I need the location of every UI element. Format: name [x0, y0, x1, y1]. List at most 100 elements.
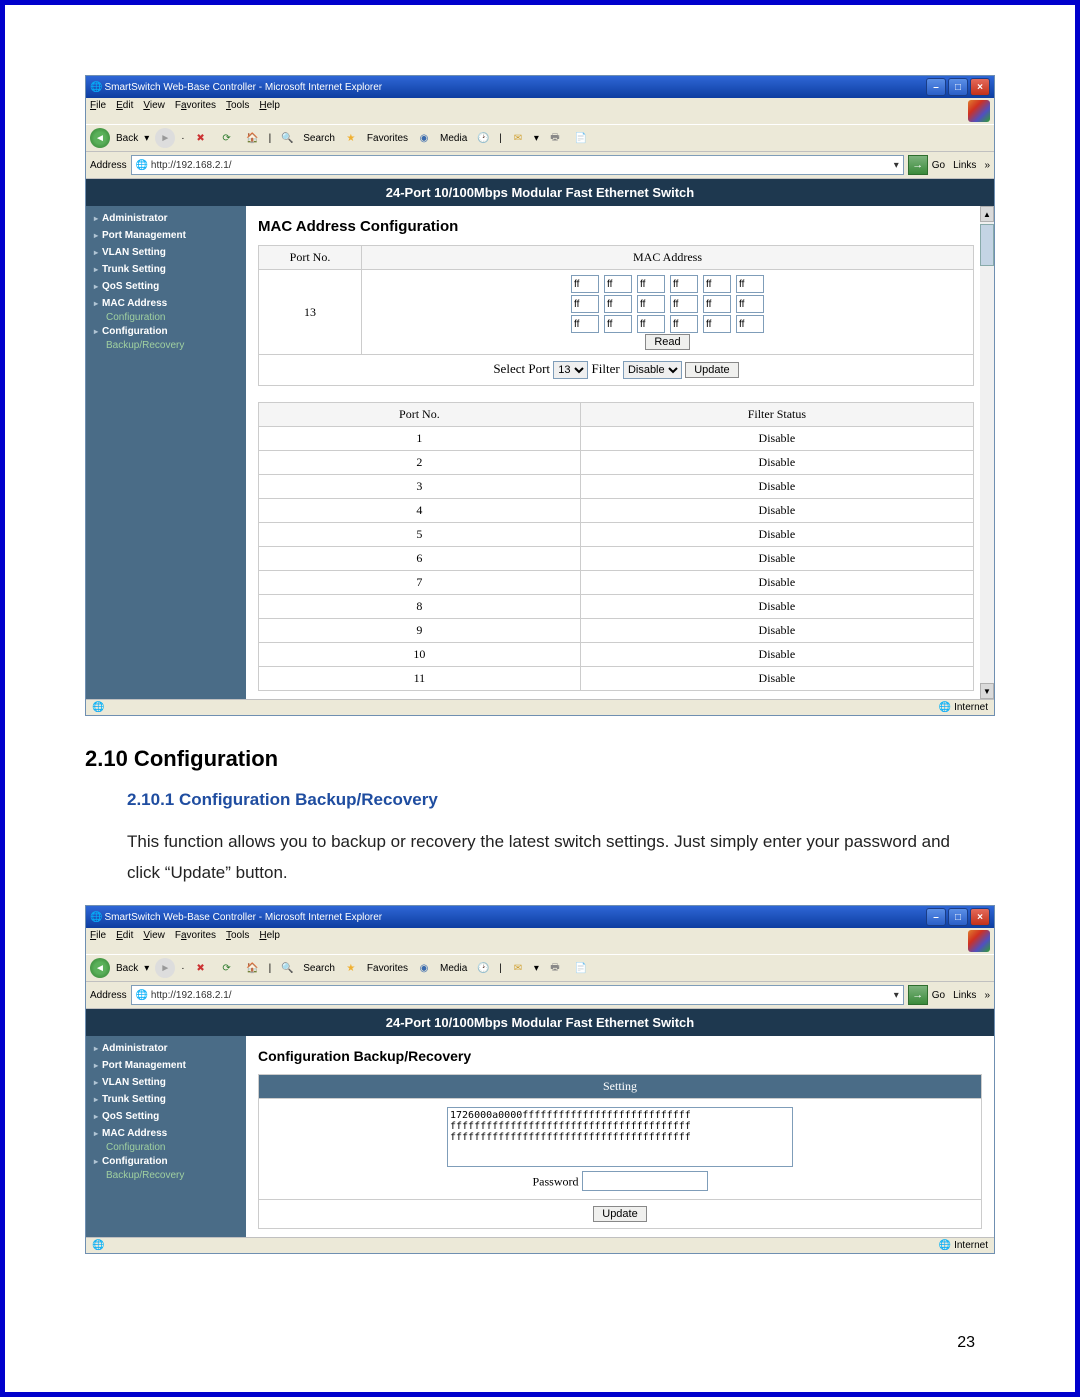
filter-dropdown[interactable]: Disable — [623, 361, 682, 379]
sidebar-item-vlan-setting[interactable]: VLAN Setting — [86, 1074, 246, 1091]
links-expand-icon[interactable]: » — [984, 160, 990, 171]
mac-input-0-4[interactable] — [703, 275, 731, 293]
mac-input-0-5[interactable] — [736, 275, 764, 293]
maximize-button[interactable]: □ — [948, 78, 968, 96]
stop-button[interactable]: ✖ — [191, 958, 211, 978]
sidebar-item-trunk-setting[interactable]: Trunk Setting — [86, 261, 246, 278]
sidebar-sub-backup-recovery[interactable]: Backup/Recovery — [86, 1170, 246, 1181]
mac-input-0-3[interactable] — [670, 275, 698, 293]
minimize-button[interactable]: – — [926, 908, 946, 926]
mac-input-1-3[interactable] — [670, 295, 698, 313]
home-button[interactable]: 🏠 — [243, 128, 263, 148]
menu-file[interactable]: File — [90, 930, 106, 952]
menu-help[interactable]: Help — [259, 930, 280, 952]
mac-input-0-0[interactable] — [571, 275, 599, 293]
edit-icon[interactable]: 📄 — [571, 128, 591, 148]
stop-button[interactable]: ✖ — [191, 128, 211, 148]
sidebar-item-qos-setting[interactable]: QoS Setting — [86, 278, 246, 295]
media-icon[interactable]: ◉ — [414, 128, 434, 148]
links-expand-icon[interactable]: » — [984, 990, 990, 1001]
config-textarea[interactable] — [447, 1107, 793, 1167]
forward-button[interactable]: ► — [155, 958, 175, 978]
sidebar-item-port-management[interactable]: Port Management — [86, 227, 246, 244]
print-icon[interactable]: 🖶 — [545, 128, 565, 148]
search-label[interactable]: Search — [303, 963, 335, 974]
favorites-icon[interactable]: ★ — [341, 958, 361, 978]
menu-view[interactable]: View — [143, 930, 165, 952]
menu-edit[interactable]: Edit — [116, 100, 133, 122]
go-button[interactable]: → — [908, 985, 928, 1005]
sidebar-sub-backup-recovery[interactable]: Backup/Recovery — [86, 340, 246, 351]
edit-icon[interactable]: 📄 — [571, 958, 591, 978]
close-button[interactable]: × — [970, 908, 990, 926]
sidebar-item-qos-setting[interactable]: QoS Setting — [86, 1108, 246, 1125]
sidebar-sub-mac-configuration[interactable]: Configuration — [86, 312, 246, 323]
menu-tools[interactable]: Tools — [226, 100, 249, 122]
scroll-up-icon[interactable]: ▲ — [980, 206, 994, 222]
mac-input-1-0[interactable] — [571, 295, 599, 313]
history-icon[interactable]: 🕑 — [473, 128, 493, 148]
address-input[interactable]: 🌐 http://192.168.2.1/ ▾ — [131, 985, 904, 1005]
mac-input-2-1[interactable] — [604, 315, 632, 333]
sidebar-item-configuration[interactable]: Configuration — [86, 1153, 246, 1170]
sidebar-item-trunk-setting[interactable]: Trunk Setting — [86, 1091, 246, 1108]
print-icon[interactable]: 🖶 — [545, 958, 565, 978]
sidebar-item-administrator[interactable]: Administrator — [86, 210, 246, 227]
mac-input-1-4[interactable] — [703, 295, 731, 313]
menu-view[interactable]: View — [143, 100, 165, 122]
mac-input-1-2[interactable] — [637, 295, 665, 313]
mac-input-1-5[interactable] — [736, 295, 764, 313]
menu-favorites[interactable]: Favorites — [175, 930, 216, 952]
scroll-thumb[interactable] — [980, 224, 994, 266]
go-button[interactable]: → — [908, 155, 928, 175]
mac-input-2-4[interactable] — [703, 315, 731, 333]
menu-edit[interactable]: Edit — [116, 930, 133, 952]
mac-input-2-5[interactable] — [736, 315, 764, 333]
sidebar-item-mac-address[interactable]: MAC Address — [86, 295, 246, 312]
search-label[interactable]: Search — [303, 133, 335, 144]
back-dropdown-icon[interactable]: ▾ — [144, 133, 149, 144]
back-button[interactable]: ◄ — [90, 128, 110, 148]
mac-input-1-1[interactable] — [604, 295, 632, 313]
update-button[interactable]: Update — [685, 362, 738, 378]
address-input[interactable]: 🌐 http://192.168.2.1/ ▾ — [131, 155, 904, 175]
search-icon[interactable]: 🔍 — [277, 958, 297, 978]
sidebar-item-mac-address[interactable]: MAC Address — [86, 1125, 246, 1142]
media-icon[interactable]: ◉ — [414, 958, 434, 978]
mac-input-0-2[interactable] — [637, 275, 665, 293]
sidebar-item-port-management[interactable]: Port Management — [86, 1057, 246, 1074]
vertical-scrollbar[interactable]: ▲ ▼ — [980, 206, 994, 699]
mac-input-2-0[interactable] — [571, 315, 599, 333]
sidebar-item-administrator[interactable]: Administrator — [86, 1040, 246, 1057]
forward-button[interactable]: ► — [155, 128, 175, 148]
address-dropdown-icon[interactable]: ▾ — [894, 160, 899, 171]
refresh-button[interactable]: ⟳ — [217, 958, 237, 978]
read-button[interactable]: Read — [645, 334, 689, 350]
mail-icon[interactable]: ✉ — [508, 958, 528, 978]
search-icon[interactable]: 🔍 — [277, 128, 297, 148]
mac-input-0-1[interactable] — [604, 275, 632, 293]
media-label[interactable]: Media — [440, 133, 467, 144]
mail-dropdown-icon[interactable]: ▾ — [534, 133, 539, 144]
history-icon[interactable]: 🕑 — [473, 958, 493, 978]
mail-icon[interactable]: ✉ — [508, 128, 528, 148]
sidebar-sub-mac-configuration[interactable]: Configuration — [86, 1142, 246, 1153]
menu-help[interactable]: Help — [259, 100, 280, 122]
back-dropdown-icon[interactable]: ▾ — [144, 963, 149, 974]
close-button[interactable]: × — [970, 78, 990, 96]
back-button[interactable]: ◄ — [90, 958, 110, 978]
menu-tools[interactable]: Tools — [226, 930, 249, 952]
links-label[interactable]: Links — [949, 160, 980, 171]
sidebar-item-configuration[interactable]: Configuration — [86, 323, 246, 340]
media-label[interactable]: Media — [440, 963, 467, 974]
password-input[interactable] — [582, 1171, 708, 1191]
favorites-label[interactable]: Favorites — [367, 963, 408, 974]
refresh-button[interactable]: ⟳ — [217, 128, 237, 148]
favorites-label[interactable]: Favorites — [367, 133, 408, 144]
minimize-button[interactable]: – — [926, 78, 946, 96]
mail-dropdown-icon[interactable]: ▾ — [534, 963, 539, 974]
scroll-down-icon[interactable]: ▼ — [980, 683, 994, 699]
home-button[interactable]: 🏠 — [243, 958, 263, 978]
mac-input-2-3[interactable] — [670, 315, 698, 333]
favorites-icon[interactable]: ★ — [341, 128, 361, 148]
